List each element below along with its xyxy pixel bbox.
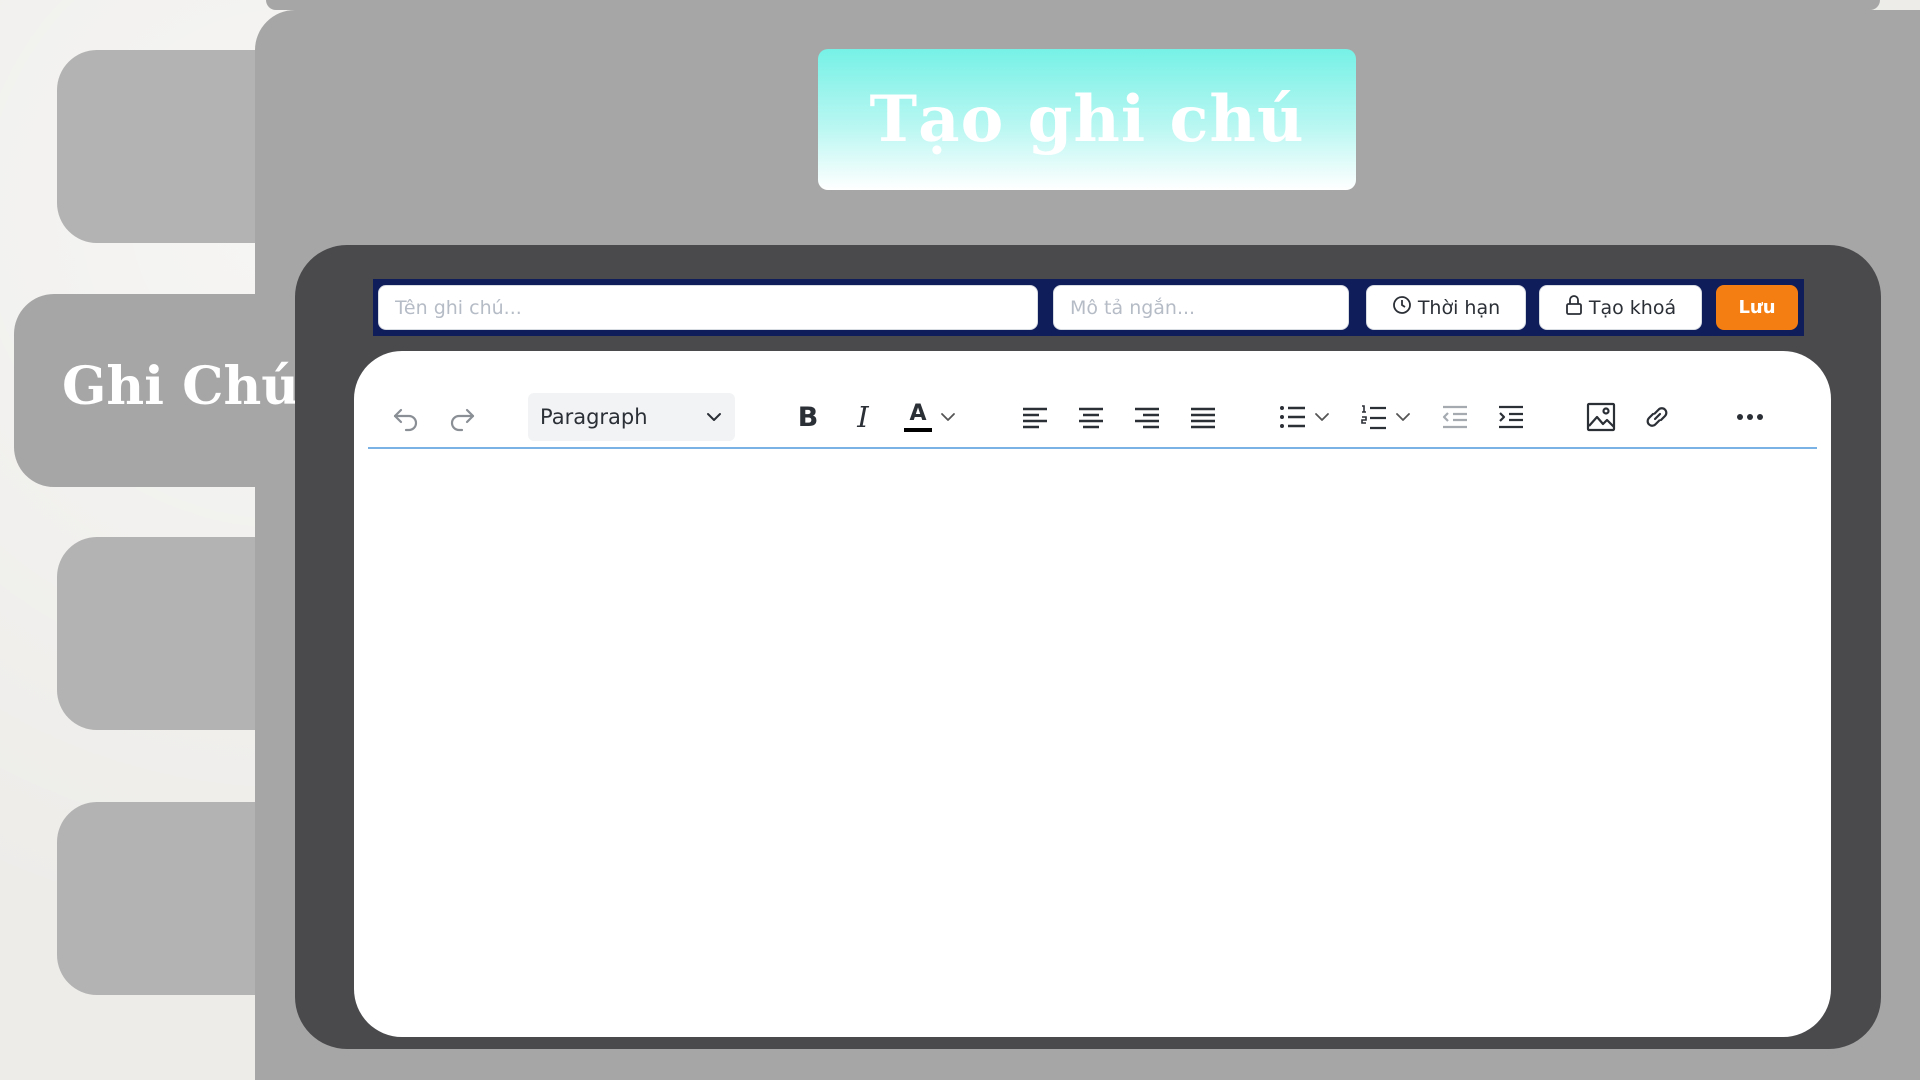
image-icon <box>1586 402 1616 432</box>
page-title-banner: Tạo ghi chú <box>818 49 1356 190</box>
numbered-list-dropdown[interactable] <box>1391 393 1415 441</box>
text-color-button[interactable]: A <box>898 393 938 441</box>
note-form-bar: Thời hạn Tạo khoá Lưu <box>373 279 1804 336</box>
redo-icon <box>447 402 477 432</box>
insert-image-button[interactable] <box>1581 393 1621 441</box>
bold-icon: B <box>797 401 819 433</box>
align-left-icon <box>1021 405 1049 429</box>
block-format-value: Paragraph <box>540 405 648 429</box>
chevron-down-icon <box>705 411 723 423</box>
indent-icon <box>1497 405 1525 429</box>
lock-button[interactable]: Tạo khoá <box>1539 285 1702 330</box>
note-description-input[interactable] <box>1053 285 1349 330</box>
align-justify-icon <box>1189 405 1217 429</box>
chevron-down-icon <box>1314 412 1330 422</box>
chevron-down-icon <box>940 412 956 422</box>
bullet-list-dropdown[interactable] <box>1310 393 1334 441</box>
outdent-button[interactable] <box>1435 393 1475 441</box>
block-format-select[interactable]: Paragraph <box>528 393 735 441</box>
save-button[interactable]: Lưu <box>1716 285 1798 330</box>
ellipsis-icon <box>1736 413 1764 421</box>
align-center-icon <box>1077 405 1105 429</box>
italic-icon: I <box>857 400 869 434</box>
side-tab-notes-label: Ghi Chú <box>62 356 300 417</box>
save-label: Lưu <box>1738 297 1776 318</box>
align-justify-button[interactable] <box>1183 393 1223 441</box>
rich-text-editor: Paragraph B I A <box>354 351 1831 1037</box>
text-color-icon: A <box>904 402 932 432</box>
numbered-list-button[interactable] <box>1354 393 1394 441</box>
italic-button[interactable]: I <box>843 393 883 441</box>
side-tab-notes[interactable]: Ghi Chú <box>14 294 314 487</box>
insert-link-button[interactable] <box>1637 393 1677 441</box>
align-center-button[interactable] <box>1071 393 1111 441</box>
top-panel-strip <box>266 0 1880 10</box>
page-title: Tạo ghi chú <box>869 82 1305 157</box>
text-color-dropdown[interactable] <box>936 393 960 441</box>
align-left-button[interactable] <box>1015 393 1055 441</box>
undo-button[interactable] <box>386 393 426 441</box>
align-right-button[interactable] <box>1127 393 1167 441</box>
deadline-button[interactable]: Thời hạn <box>1366 285 1526 330</box>
text-color-swatch <box>904 427 932 432</box>
redo-button[interactable] <box>442 393 482 441</box>
link-icon <box>1642 402 1672 432</box>
align-right-icon <box>1133 405 1161 429</box>
bold-button[interactable]: B <box>788 393 828 441</box>
more-options-button[interactable] <box>1730 393 1770 441</box>
numbered-list-icon <box>1360 403 1388 431</box>
editor-toolbar: Paragraph B I A <box>368 393 1817 449</box>
bullet-list-icon <box>1279 404 1307 430</box>
deadline-label: Thời hạn <box>1417 296 1501 319</box>
clock-icon <box>1392 295 1412 320</box>
lock-icon <box>1565 294 1583 321</box>
indent-button[interactable] <box>1491 393 1531 441</box>
chevron-down-icon <box>1395 412 1411 422</box>
editor-content-area[interactable] <box>368 459 1817 1019</box>
undo-icon <box>391 402 421 432</box>
outdent-icon <box>1441 405 1469 429</box>
note-title-input[interactable] <box>378 285 1038 330</box>
bullet-list-button[interactable] <box>1273 393 1313 441</box>
lock-label: Tạo khoá <box>1588 296 1677 319</box>
